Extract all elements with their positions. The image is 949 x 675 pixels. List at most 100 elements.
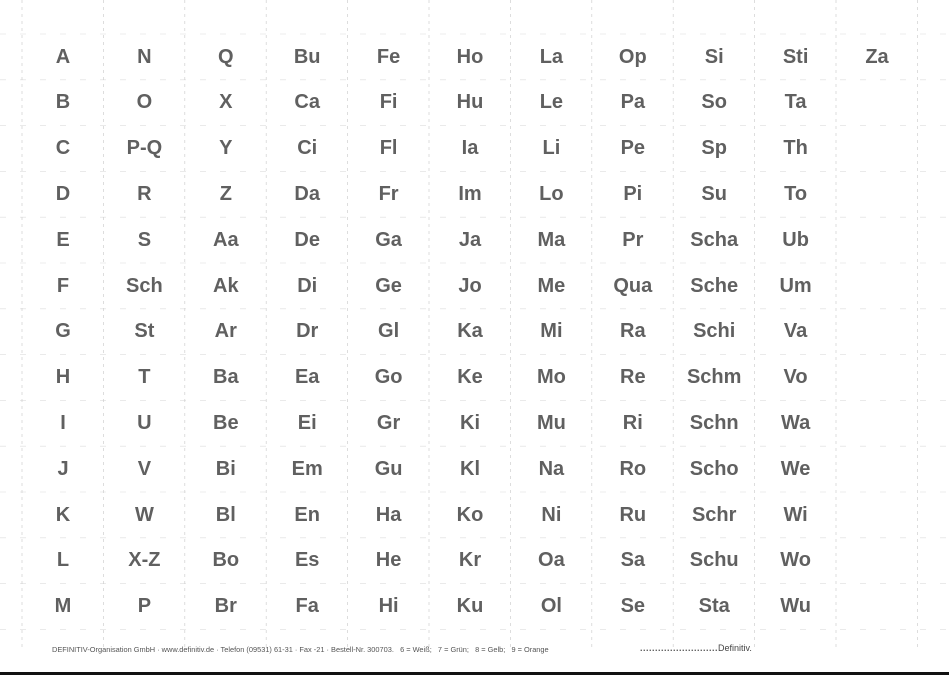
index-tab: Gr (376, 411, 401, 434)
index-tab: B (55, 91, 71, 114)
index-tab: Ia (461, 137, 479, 160)
index-tab: H (55, 366, 71, 389)
index-tab: Sti (782, 45, 809, 68)
index-tab: F (56, 274, 70, 297)
index-tab: X (219, 91, 233, 114)
index-tab: Na (538, 457, 565, 480)
index-tab: Pr (622, 228, 644, 251)
signature-dots: .......................... (640, 643, 719, 653)
index-tab: Mi (540, 320, 563, 343)
index-tab: R (137, 182, 152, 205)
index-tab: K (55, 503, 71, 526)
index-tab: Wa (780, 411, 811, 434)
index-tab: Ta (784, 91, 807, 114)
index-tab: Re (620, 366, 646, 389)
index-tab: Pe (620, 137, 646, 160)
index-tab: Wo (780, 549, 811, 572)
index-tab: Za (865, 45, 889, 68)
index-tab: Aa (213, 228, 239, 251)
index-tab: C (55, 137, 71, 160)
signature-brand: Definitiv. (718, 643, 752, 653)
index-tab: Im (458, 182, 482, 205)
index-tab: M (54, 595, 72, 618)
index-tab: Pi (623, 182, 643, 205)
index-tab: Ga (375, 228, 402, 251)
index-tab: Bi (215, 457, 236, 480)
index-tab: Fi (379, 91, 398, 114)
index-tab: Kl (460, 457, 480, 480)
index-tab: Es (294, 549, 320, 572)
index-tab: Le (539, 91, 564, 114)
index-tab: Ha (375, 503, 402, 526)
index-tab: Ke (457, 366, 483, 389)
index-tab: To (784, 182, 808, 205)
index-tab: En (294, 503, 320, 526)
index-tab: X-Z (128, 549, 161, 572)
index-tab: Li (542, 137, 561, 160)
index-tab: Sche (690, 274, 739, 297)
index-tab: G (55, 320, 71, 343)
index-tab: Br (214, 595, 237, 618)
index-tab: Ri (622, 411, 643, 434)
index-tab: Op (618, 45, 647, 68)
index-tab: Ra (620, 320, 646, 343)
index-tab: Ea (294, 366, 320, 389)
index-tab: Di (297, 274, 318, 297)
index-tab: Ka (457, 320, 483, 343)
index-tab: Hu (456, 91, 484, 114)
index-tab: Sch (126, 274, 163, 297)
index-tab: He (375, 549, 402, 572)
index-tab: Ge (375, 274, 402, 297)
index-tab: Ub (782, 228, 809, 251)
signature-line: ..........................Definitiv. (640, 643, 752, 653)
index-tab: E (56, 228, 70, 251)
index-tab: V (137, 457, 152, 480)
index-tab: Fe (376, 45, 401, 68)
index-tab: N (137, 45, 152, 68)
index-tab: Q (218, 45, 234, 68)
index-tab: Be (213, 411, 239, 434)
index-tab: O (136, 91, 153, 114)
index-tab: Kr (458, 549, 482, 572)
index-tab: T (138, 366, 151, 389)
index-tab: Ar (214, 320, 237, 343)
index-tab: Schn (689, 411, 739, 434)
index-tab: St (134, 320, 155, 343)
index-sheet: A B C D E F G H I J K L M N O P-Q R S Sch St T U V W X-Z P Q X Y Z Aa A… (0, 0, 949, 672)
index-tab: J (57, 457, 69, 480)
index-tab: Ni (541, 503, 562, 526)
index-tab: L (56, 549, 70, 572)
index-tab: Wu (780, 595, 811, 618)
index-tab: Lo (539, 182, 564, 205)
index-tab: Ro (619, 457, 647, 480)
index-tab: So (701, 91, 727, 114)
index-tab: Si (704, 45, 724, 68)
index-tab: Ei (297, 411, 317, 434)
index-tab: La (539, 45, 564, 68)
index-tab: Schi (693, 320, 736, 343)
index-tab: Fl (379, 137, 398, 160)
index-tab: Ca (294, 91, 320, 114)
index-tab: Y (219, 137, 233, 160)
index-tab: Dr (296, 320, 319, 343)
footer-info: DEFINITIV-Organisation GmbH · www.defini… (52, 645, 549, 654)
index-tab: Scho (689, 457, 739, 480)
index-tab: Ak (213, 274, 239, 297)
index-tab: Mo (536, 366, 566, 389)
index-tab: Ko (456, 503, 484, 526)
index-tab: Sta (698, 595, 730, 618)
index-tab: Sp (701, 137, 727, 160)
footer-company-line: DEFINITIV-Organisation GmbH · www.defini… (52, 645, 394, 654)
index-tab: Hi (378, 595, 399, 618)
index-tab: Gu (374, 457, 403, 480)
index-tab: Schr (691, 503, 737, 526)
index-tab: D (55, 182, 71, 205)
index-tab: Fa (295, 595, 319, 618)
index-tab: P-Q (126, 137, 163, 160)
index-tab: Ku (456, 595, 484, 618)
index-tab: Z (219, 182, 232, 205)
index-tab: Va (783, 320, 808, 343)
index-tab: Fr (378, 182, 399, 205)
index-tab: Ci (297, 137, 318, 160)
index-tab: We (780, 457, 811, 480)
